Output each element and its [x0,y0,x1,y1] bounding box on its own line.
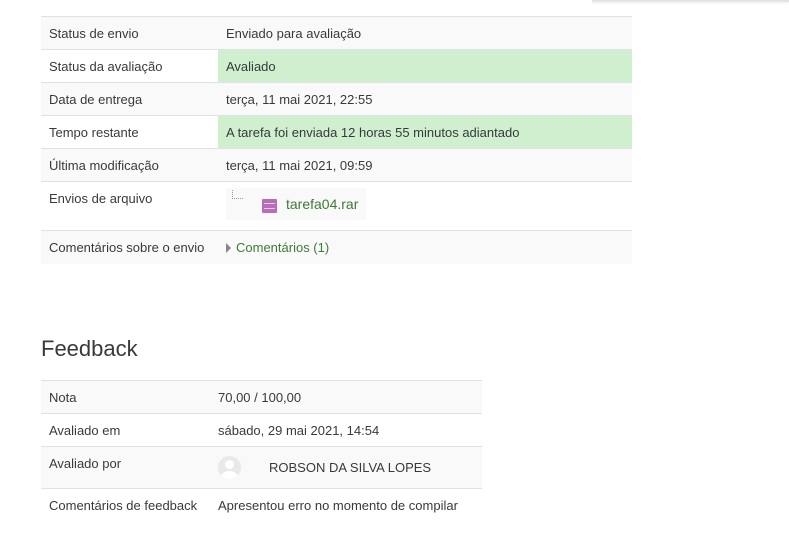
row-label: Data de entrega [49,91,143,107]
row-label: Status de envio [49,25,139,41]
submission-status-value: Enviado para avaliação [226,25,362,41]
row-label: Avaliado por [49,456,122,471]
grader-name[interactable]: ROBSON DA SILVA LOPES [269,460,431,475]
table-row: Última modificação terça, 11 mai 2021, 0… [41,148,632,182]
file-submissions-cell: tarefa04.rar [218,182,632,231]
table-row: Comentários de feedback Apresentou erro … [41,488,482,523]
table-row: Comentários sobre o envio Comentários (1… [41,230,632,264]
row-label: Tempo restante [49,124,139,140]
time-remaining-value: A tarefa foi enviada 12 horas 55 minutos… [218,115,632,149]
tree-connector [232,190,243,199]
grading-status-value: Avaliado [218,49,632,83]
overlay-edge [592,0,789,2]
feedback-table: Nota 70,00 / 100,00 Avaliado em sábado, … [41,380,482,523]
file-tree: tarefa04.rar [226,188,366,220]
table-row: Envios de arquivo tarefa04.rar [41,181,632,231]
due-date-value: terça, 11 mai 2021, 22:55 [226,91,373,107]
file-link[interactable]: tarefa04.rar [286,196,358,212]
row-label: Envios de arquivo [49,191,153,206]
graded-on-value: sábado, 29 mai 2021, 14:54 [218,422,380,438]
table-row: Tempo restante A tarefa foi enviada 12 h… [41,115,632,149]
row-label: Status da avaliação [49,58,163,74]
table-row: Data de entrega terça, 11 mai 2021, 22:5… [41,82,632,116]
row-label: Comentários sobre o envio [49,239,205,255]
caret-right-icon [226,242,231,253]
table-row: Status da avaliação Avaliado [41,49,632,83]
last-modified-value: terça, 11 mai 2021, 09:59 [226,157,373,173]
comments-cell: Comentários (1) [218,231,632,264]
feedback-comment-value: Apresentou erro no momento de compilar [218,498,458,514]
archive-icon [262,199,277,213]
feedback-heading: Feedback [41,336,138,361]
row-label: Avaliado em [49,422,121,438]
table-row: Status de envio Enviado para avaliação [41,16,632,50]
submission-status-table: Status de envio Enviado para avaliação S… [41,16,632,264]
grade-value: 70,00 / 100,00 [218,389,302,405]
row-label: Última modificação [49,157,159,173]
table-row: Avaliado em sábado, 29 mai 2021, 14:54 [41,413,482,447]
row-label: Comentários de feedback [49,498,198,514]
row-label: Nota [49,389,77,405]
comments-link[interactable]: Comentários (1) [236,240,329,255]
table-row: Avaliado por ROBSON DA SILVA LOPES [41,446,482,489]
table-row: Nota 70,00 / 100,00 [41,380,482,414]
graded-by-cell: ROBSON DA SILVA LOPES [210,447,482,489]
user-avatar-icon[interactable] [218,456,241,479]
comments-toggle[interactable]: Comentários (1) [226,240,329,255]
